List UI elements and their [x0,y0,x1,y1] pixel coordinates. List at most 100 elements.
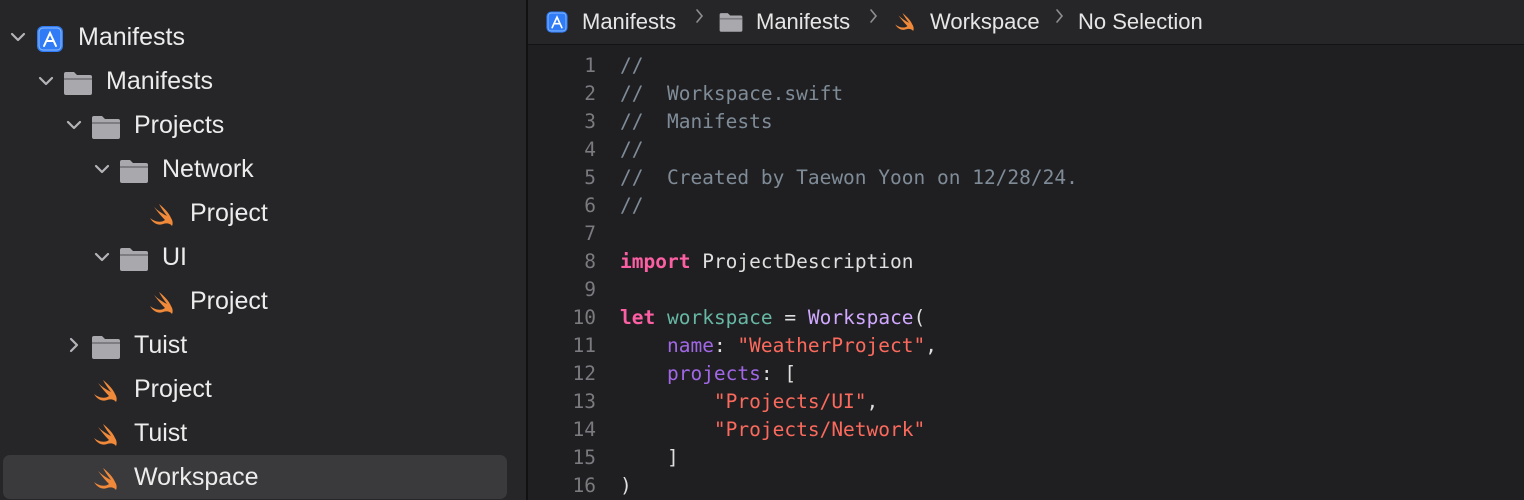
chevron-down-icon[interactable] [92,247,112,267]
code-line[interactable]: 16) [528,472,1524,500]
navigator-item-projects[interactable]: Projects [0,103,526,147]
code-line[interactable]: 13 "Projects/UI", [528,388,1524,416]
code-token: ] [620,446,679,469]
navigator-item-manifests[interactable]: Manifests [0,15,526,59]
code-text: import ProjectDescription [620,248,914,276]
line-number: 11 [572,334,596,357]
code-token: : [ [760,362,797,385]
code-token: "WeatherProject" [737,334,926,357]
code-line[interactable]: 7 [528,220,1524,248]
code-token: import [620,250,691,273]
navigator-item-workspace[interactable]: Workspace [0,455,526,499]
code-text: // [620,136,643,164]
code-line[interactable]: 1 // [528,52,1524,80]
code-token: // Created by Taewon Yoon on 12/28/24. [620,166,1078,189]
code-text: projects: [ [620,360,796,388]
navigator-item-label: Tuist [134,419,188,447]
navigator-item-label: Tuist [134,331,188,359]
code-token: // Workspace.swift [620,82,844,105]
code-text: // [620,52,643,80]
chevron-right-icon[interactable] [64,335,84,355]
code-line[interactable]: 5 // Created by Taewon Yoon on 12/28/24. [528,164,1524,192]
code-token: projects [666,362,761,385]
navigator-item-network[interactable]: Network [0,147,526,191]
navigator-item-project[interactable]: Project [0,279,526,323]
code-token: let [620,306,656,329]
code-token: // [620,194,644,217]
line-number: 2 [584,82,596,105]
swift-file-icon [146,287,178,315]
navigator-item-tuist[interactable]: Tuist [0,323,526,367]
code-token: ) [620,474,632,497]
code-text: // Workspace.swift [620,80,843,108]
code-line[interactable]: 9 [528,276,1524,304]
folder-icon [62,67,94,95]
code-line[interactable]: 10 let workspace = Workspace( [528,304,1524,332]
navigator-item-label: Manifests [106,67,213,95]
code-token: // [620,54,644,77]
swift-file-icon [892,9,918,35]
code-text: name: "WeatherProject", [620,332,937,360]
code-token: workspace [666,306,773,329]
code-token: "Projects/Network" [713,418,926,441]
code-line[interactable]: 4 // [528,136,1524,164]
code-line[interactable]: 3 // Manifests [528,108,1524,136]
line-number: 4 [584,138,596,161]
navigator-item-label: Project [134,375,212,403]
chevron-down-icon[interactable] [92,159,112,179]
navigator-item-label: Project [190,287,268,315]
jumpbar-crumb-label: No Selection [1078,9,1203,34]
chevron-right-icon [1054,4,1066,28]
line-number: 14 [572,418,596,441]
code-text: ] [620,444,679,472]
line-number: 13 [572,390,596,413]
code-text: ) [620,472,632,500]
navigator-item-tuist[interactable]: Tuist [0,411,526,455]
line-number: 15 [572,446,596,469]
line-number: 16 [572,474,596,497]
navigator-item-project[interactable]: Project [0,191,526,235]
chevron-down-icon[interactable] [64,115,84,135]
navigator-item-ui[interactable]: UI [0,235,526,279]
line-number: 12 [572,362,596,385]
code-text: // Manifests [620,108,773,136]
folder-icon [118,155,150,183]
line-number: 3 [584,110,596,133]
code-line[interactable]: 14 "Projects/Network" [528,416,1524,444]
code-token: "Projects/UI" [713,390,867,413]
chevron-down-icon[interactable] [8,27,28,47]
line-number: 5 [584,166,596,189]
source-editor: Manifests Manifests Workspace No Selection … [528,0,1524,500]
code-token: // [620,138,644,161]
code-line[interactable]: 8 import ProjectDescription [528,248,1524,276]
navigator-item-manifests[interactable]: Manifests [0,59,526,103]
code-token: ProjectDescription [690,250,914,273]
code-text: // [620,192,643,220]
code-line[interactable]: 6 // [528,192,1524,220]
navigator-item-label: UI [162,243,187,271]
navigator-item-project[interactable]: Project [0,367,526,411]
line-number: 1 [584,54,596,77]
code-token: Workspace [807,306,914,329]
code-line[interactable]: 11 name: "WeatherProject", [528,332,1524,360]
line-number: 10 [572,306,596,329]
chevron-down-icon[interactable] [36,71,56,91]
code-text: // Created by Taewon Yoon on 12/28/24. [620,164,1078,192]
code-token: : [713,334,738,357]
code-line[interactable]: 2 // Workspace.swift [528,80,1524,108]
jump-bar: Manifests Manifests Workspace No Selection [528,0,1524,45]
swift-file-icon [146,199,178,227]
swift-file-icon [90,375,122,403]
line-number: 7 [584,222,596,245]
navigator-item-label: Manifests [78,23,185,51]
folder-icon [718,9,744,35]
folder-icon [90,111,122,139]
navigator-item-label: Projects [134,111,225,139]
code-line[interactable]: 15 ] [528,444,1524,472]
code-token: ( [913,306,926,329]
code-line[interactable]: 12 projects: [ [528,360,1524,388]
